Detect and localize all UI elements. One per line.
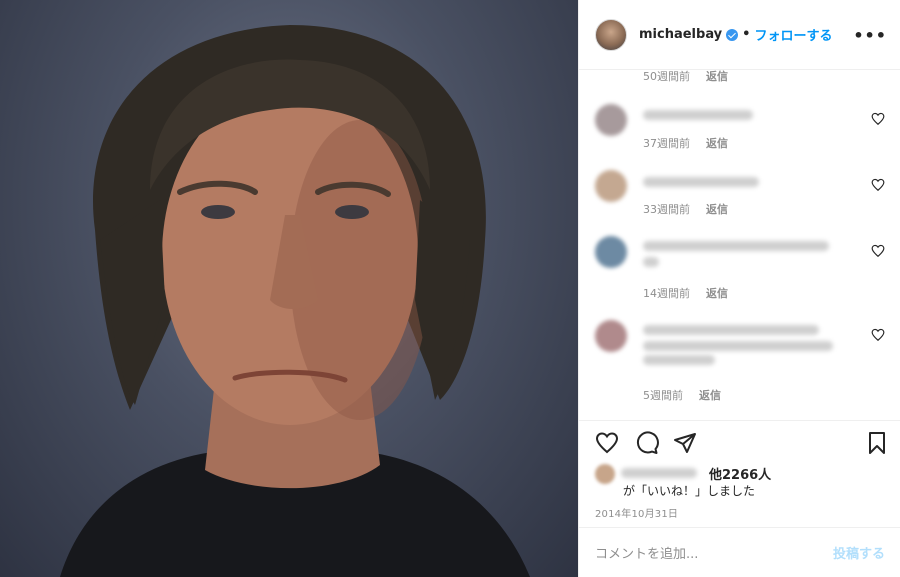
like-heart-icon[interactable]: [595, 431, 619, 455]
comment-time: 14週間前: [643, 287, 690, 300]
comment-time: 37週間前: [643, 137, 690, 150]
comment-meta: 33週間前 返信: [643, 201, 728, 217]
separator-dot: •: [742, 27, 751, 42]
post-header: michaelbay • フォローする •••: [579, 0, 900, 70]
like-comment-heart-icon[interactable]: [871, 112, 885, 126]
comment-time: 5週間前: [643, 389, 683, 402]
reply-button[interactable]: 返信: [706, 137, 728, 150]
blurred-comment-text: [643, 110, 753, 120]
blurred-comment-text: [643, 257, 659, 267]
comment-icon[interactable]: [635, 431, 659, 455]
comment-time: 50週間前: [643, 70, 690, 83]
like-comment-heart-icon[interactable]: [871, 328, 885, 342]
blurred-comment-text: [643, 241, 829, 251]
more-options-icon[interactable]: •••: [853, 26, 887, 45]
post-comment-button[interactable]: 投稿する: [833, 543, 885, 562]
verified-badge-icon: [726, 28, 739, 41]
blurred-comment-text: [643, 341, 833, 351]
comment-meta: 37週間前 返信: [643, 135, 728, 151]
post-action-bar: [579, 420, 900, 464]
liker-avatar[interactable]: [595, 464, 615, 484]
comment-input[interactable]: コメントを追加...: [595, 543, 833, 562]
post-photo: [0, 0, 578, 577]
blurred-comment-text: [643, 325, 819, 335]
like-comment-heart-icon[interactable]: [871, 244, 885, 258]
blurred-liker-name: [621, 468, 697, 478]
bookmark-icon[interactable]: [865, 431, 889, 455]
like-comment-heart-icon[interactable]: [871, 178, 885, 192]
blurred-comment-text: [643, 355, 715, 365]
share-icon[interactable]: [673, 431, 697, 455]
blurred-comment-text: [643, 177, 759, 187]
commenter-avatar[interactable]: [595, 170, 627, 202]
commenter-avatar[interactable]: [595, 236, 627, 268]
post-date: 2014年10月31日: [595, 509, 679, 520]
add-comment-bar: コメントを追加... 投稿する: [579, 527, 900, 577]
likes-summary: 他2266人 が「いいね！」しました: [595, 462, 885, 502]
portrait-illustration: [60, 25, 530, 577]
likes-text: が「いいね！」しました: [623, 484, 756, 498]
follow-button[interactable]: フォローする: [754, 25, 832, 44]
comment-list[interactable]: 50週間前 返信 37週間前 返信 33週間前 返信 14週間前 返信 5週間前…: [579, 70, 900, 420]
commenter-avatar[interactable]: [595, 320, 627, 352]
post-side-panel: michaelbay • フォローする ••• 50週間前 返信 37週間前 返信: [578, 0, 900, 577]
comment-time: 33週間前: [643, 203, 690, 216]
commenter-avatar[interactable]: [595, 104, 627, 136]
reply-button[interactable]: 返信: [706, 287, 728, 300]
likes-count-link[interactable]: 他2266人: [709, 464, 771, 483]
comment-meta: 50週間前 返信: [643, 70, 728, 84]
username-link[interactable]: michaelbay: [639, 27, 722, 42]
reply-button[interactable]: 返信: [706, 203, 728, 216]
user-avatar[interactable]: [595, 18, 627, 51]
reply-button[interactable]: 返信: [706, 70, 728, 83]
reply-button[interactable]: 返信: [699, 389, 721, 402]
comment-meta: 14週間前 返信: [643, 285, 728, 301]
comment-meta: 5週間前 返信: [643, 387, 721, 403]
